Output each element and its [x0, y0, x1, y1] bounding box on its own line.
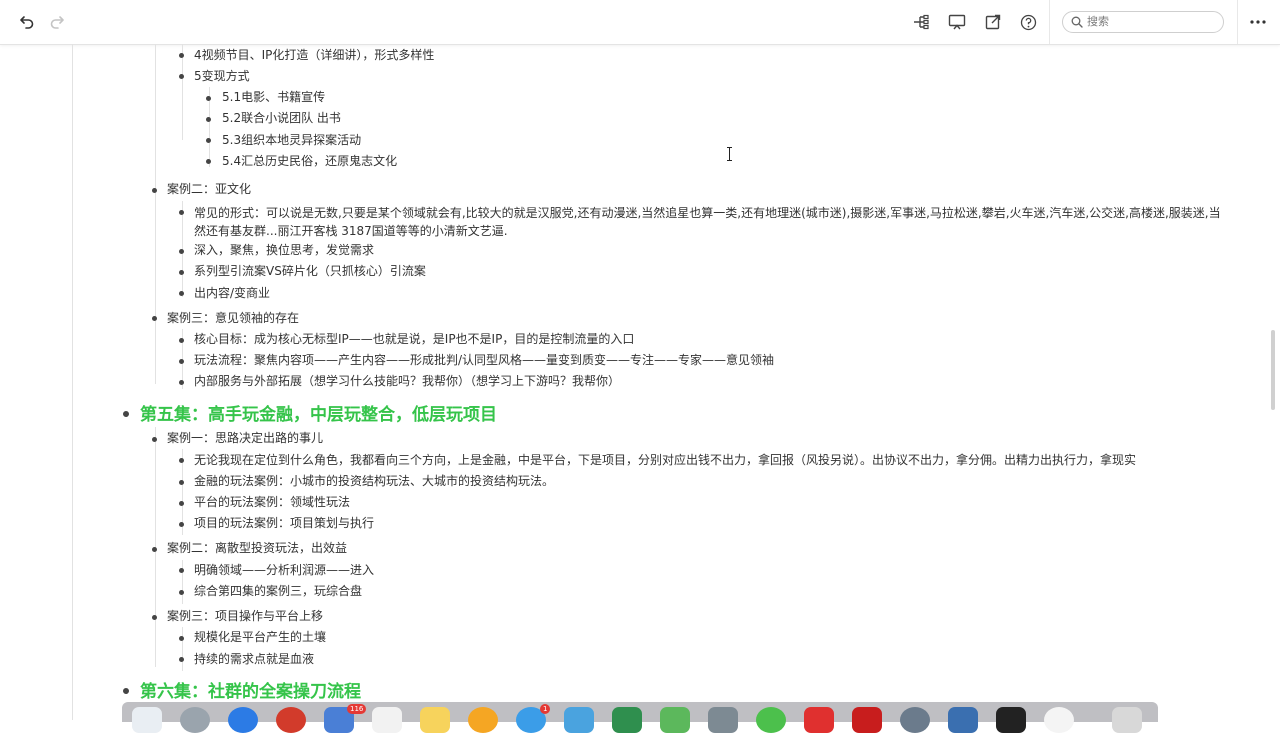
launchpad-icon[interactable]	[180, 707, 210, 733]
list-item[interactable]: 明确领域——分析利润源——进入	[194, 560, 374, 581]
dock-badge: 1	[540, 704, 551, 714]
list-item[interactable]: 系列型引流案VS碎片化（只抓核心）引流案	[194, 261, 426, 282]
case-title[interactable]: 案例二：离散型投资玩法，出效益	[167, 538, 347, 559]
toolbar	[0, 0, 1280, 45]
app-icon[interactable]	[804, 707, 834, 733]
list-item[interactable]: 持续的需求点就是血液	[194, 649, 314, 670]
toolbar-divider	[1049, 0, 1050, 44]
bullet[interactable]	[179, 74, 184, 79]
list-item[interactable]: 内部服务与外部拓展（想学习什么技能吗？我帮你）（想学习上下游吗？我帮你）	[194, 371, 620, 392]
case-title[interactable]: 案例三：意见领袖的存在	[167, 308, 299, 329]
bullet[interactable]	[123, 411, 129, 417]
bullet[interactable]	[179, 291, 184, 296]
bullet[interactable]	[179, 568, 184, 573]
bullet[interactable]	[123, 688, 129, 694]
case-title[interactable]: 案例三：项目操作与平台上移	[167, 606, 323, 627]
bullet[interactable]	[152, 188, 157, 193]
indent-guide	[182, 560, 183, 604]
episode-heading[interactable]: 第五集：高手玩金融，中层玩整合，低层玩项目	[140, 403, 497, 427]
help-icon[interactable]	[1018, 12, 1038, 32]
notes-icon[interactable]	[420, 707, 450, 733]
toolbar-divider	[1237, 0, 1238, 44]
app-icon[interactable]	[276, 707, 306, 733]
search-box[interactable]	[1062, 11, 1224, 33]
list-item[interactable]: 5.3组织本地灵异探案活动	[222, 130, 361, 151]
app-icon[interactable]	[468, 707, 498, 733]
bullet[interactable]	[179, 657, 184, 662]
finder-icon[interactable]	[132, 707, 162, 733]
list-item[interactable]: 深入，聚焦，换位思考，发觉需求	[194, 240, 374, 261]
list-item[interactable]: 规模化是平台产生的土壤	[194, 627, 326, 648]
bullet[interactable]	[206, 159, 211, 164]
indent-guide	[72, 44, 73, 720]
app-icon[interactable]	[948, 707, 978, 733]
bullet[interactable]	[179, 501, 184, 506]
bullet[interactable]	[179, 380, 184, 385]
bullet[interactable]	[179, 458, 184, 463]
outline-document: 4视频节目、IP化打造（详细讲），形式多样性 5变现方式 5.1电影、书籍宣传 …	[0, 44, 1270, 720]
list-item[interactable]: 金融的玩法案例：小城市的投资结构玩法、大城市的投资结构玩法。	[194, 471, 554, 492]
search-icon	[1071, 16, 1083, 28]
bullet[interactable]	[206, 138, 211, 143]
dock: 116 1	[122, 702, 1158, 733]
trash-icon[interactable]	[1112, 707, 1142, 733]
app-icon[interactable]	[708, 707, 738, 733]
case-title[interactable]: 案例二：亚文化	[167, 179, 251, 200]
redo-icon[interactable]	[47, 12, 67, 32]
app-icon[interactable]	[852, 707, 882, 733]
bullet[interactable]	[179, 270, 184, 275]
undo-icon[interactable]	[17, 12, 37, 32]
list-item[interactable]: 项目的玩法案例：项目策划与执行	[194, 513, 374, 534]
bullet[interactable]	[179, 210, 184, 215]
list-item[interactable]: 5.4汇总历史民俗，还原鬼志文化	[222, 151, 397, 172]
bullet[interactable]	[179, 359, 184, 364]
app-icon[interactable]	[996, 707, 1026, 733]
more-icon[interactable]	[1248, 12, 1268, 32]
bullet[interactable]	[206, 96, 211, 101]
search-input[interactable]	[1087, 13, 1215, 29]
export-icon[interactable]	[983, 12, 1003, 32]
bullet[interactable]	[179, 590, 184, 595]
bullet[interactable]	[152, 615, 157, 620]
list-item[interactable]: 无论我现在定位到什么角色，我都看向三个方向，上是金融，中是平台，下是项目，分别对…	[194, 450, 1136, 471]
indent-guide	[155, 44, 156, 384]
text-cursor-icon	[727, 147, 732, 161]
list-item[interactable]: 玩法流程：聚焦内容项——产生内容——形成批判/认同型风格——量变到质变——专注—…	[194, 350, 774, 371]
app-icon[interactable]	[564, 707, 594, 733]
present-icon[interactable]	[947, 12, 967, 32]
bullet[interactable]	[152, 547, 157, 552]
calendar-icon[interactable]	[372, 707, 402, 733]
list-item[interactable]: 5变现方式	[194, 66, 250, 87]
bullet[interactable]	[179, 249, 184, 254]
episode-heading[interactable]: 第六集：社群的全案操刀流程	[140, 680, 361, 704]
list-item[interactable]: 平台的玩法案例：领域性玩法	[194, 492, 350, 513]
bullet[interactable]	[179, 636, 184, 641]
bullet[interactable]	[206, 117, 211, 122]
list-item[interactable]: 4视频节目、IP化打造（详细讲），形式多样性	[194, 45, 434, 66]
bullet[interactable]	[152, 316, 157, 321]
app-icon[interactable]	[1044, 707, 1074, 733]
bullet[interactable]	[179, 338, 184, 343]
bullet[interactable]	[179, 53, 184, 58]
safari-icon[interactable]	[228, 707, 258, 733]
app-icon[interactable]	[900, 707, 930, 733]
bullet[interactable]	[179, 522, 184, 527]
bullet[interactable]	[179, 480, 184, 485]
list-item[interactable]: 常见的形式：可以说是无数,只要是某个领域就会有,比较大的就是汉服党,还有动漫迷,…	[194, 204, 1224, 240]
wechat-icon[interactable]	[756, 707, 786, 733]
list-item[interactable]: 核心目标：成为核心无标型IP——也就是说，是IP也不是IP，目的是控制流量的入口	[194, 329, 634, 350]
app-icon[interactable]	[660, 707, 690, 733]
app-icon[interactable]	[612, 707, 642, 733]
list-item[interactable]: 5.2联合小说团队 出书	[222, 108, 341, 129]
list-item[interactable]: 出内容/变商业	[194, 283, 270, 304]
bullet[interactable]	[152, 437, 157, 442]
list-item[interactable]: 综合第四集的案例三，玩综合盘	[194, 581, 362, 602]
list-item[interactable]: 5.1电影、书籍宣传	[222, 87, 325, 108]
indent-guide	[182, 44, 183, 140]
scrollbar[interactable]	[1271, 330, 1275, 410]
case-title[interactable]: 案例一：思路决定出路的事儿	[167, 428, 323, 449]
indent-guide	[182, 627, 183, 671]
dock-badge: 116	[347, 704, 367, 714]
outline-icon[interactable]	[912, 12, 932, 32]
